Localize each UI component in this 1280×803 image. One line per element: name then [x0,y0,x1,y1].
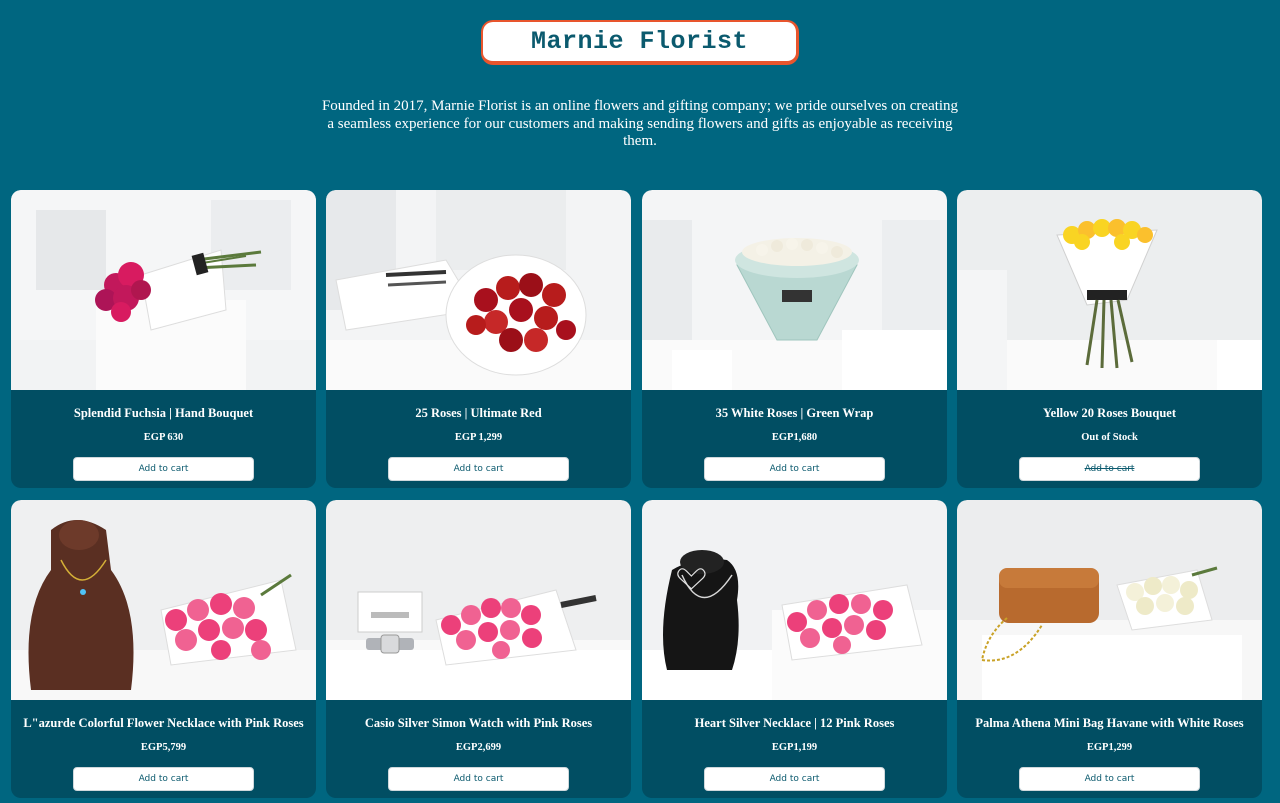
add-to-cart-button[interactable]: Add to cart [73,767,254,791]
intro-text: Founded in 2017, Marnie Florist is an on… [321,98,959,149]
add-to-cart-button[interactable]: Add to cart [388,767,569,791]
product-card[interactable]: Yellow 20 Roses Bouquet Out of Stock Add… [957,190,1262,488]
product-price: EGP1,199 [771,742,818,753]
product-price: EGP1,299 [1086,742,1133,753]
add-to-cart-button[interactable]: Add to cart [1019,767,1200,791]
product-card[interactable]: L"azurde Colorful Flower Necklace with P… [11,500,316,798]
product-title[interactable]: Casio Silver Simon Watch with Pink Roses [326,716,631,731]
product-price: EGP2,699 [455,742,502,753]
product-image[interactable] [957,500,1262,700]
product-price: EGP 1,299 [454,432,503,443]
product-title[interactable]: L"azurde Colorful Flower Necklace with P… [11,716,316,731]
product-image[interactable] [11,190,316,390]
product-title[interactable]: Yellow 20 Roses Bouquet [957,406,1262,421]
product-image[interactable] [642,190,947,390]
product-title[interactable]: Palma Athena Mini Bag Havane with White … [957,716,1262,731]
product-price: EGP1,680 [771,432,818,443]
product-title[interactable]: Heart Silver Necklace | 12 Pink Roses [642,716,947,731]
product-title[interactable]: 35 White Roses | Green Wrap [642,406,947,421]
add-to-cart-button[interactable]: Add to cart [1019,457,1200,481]
product-card[interactable]: Splendid Fuchsia | Hand Bouquet EGP 630 … [11,190,316,488]
add-to-cart-button[interactable]: Add to cart [388,457,569,481]
product-image[interactable] [326,190,631,390]
product-title[interactable]: 25 Roses | Ultimate Red [326,406,631,421]
product-card[interactable]: Casio Silver Simon Watch with Pink Roses… [326,500,631,798]
add-to-cart-button[interactable]: Add to cart [704,767,885,791]
stock-status: Out of Stock [1081,432,1138,443]
add-to-cart-button[interactable]: Add to cart [73,457,254,481]
brand-name: Marnie Florist [530,27,749,56]
product-card[interactable]: Heart Silver Necklace | 12 Pink Roses EG… [642,500,947,798]
product-card[interactable]: Palma Athena Mini Bag Havane with White … [957,500,1262,798]
product-title[interactable]: Splendid Fuchsia | Hand Bouquet [11,406,316,421]
product-image[interactable] [642,500,947,700]
site-logo[interactable]: Marnie Florist [481,20,799,65]
product-image[interactable] [326,500,631,700]
product-card[interactable]: 25 Roses | Ultimate Red EGP 1,299 Add to… [326,190,631,488]
add-to-cart-button[interactable]: Add to cart [704,457,885,481]
product-price: EGP5,799 [140,742,187,753]
product-card[interactable]: 35 White Roses | Green Wrap EGP1,680 Add… [642,190,947,488]
product-price: EGP 630 [143,432,184,443]
product-image[interactable] [957,190,1262,390]
product-image[interactable] [11,500,316,700]
